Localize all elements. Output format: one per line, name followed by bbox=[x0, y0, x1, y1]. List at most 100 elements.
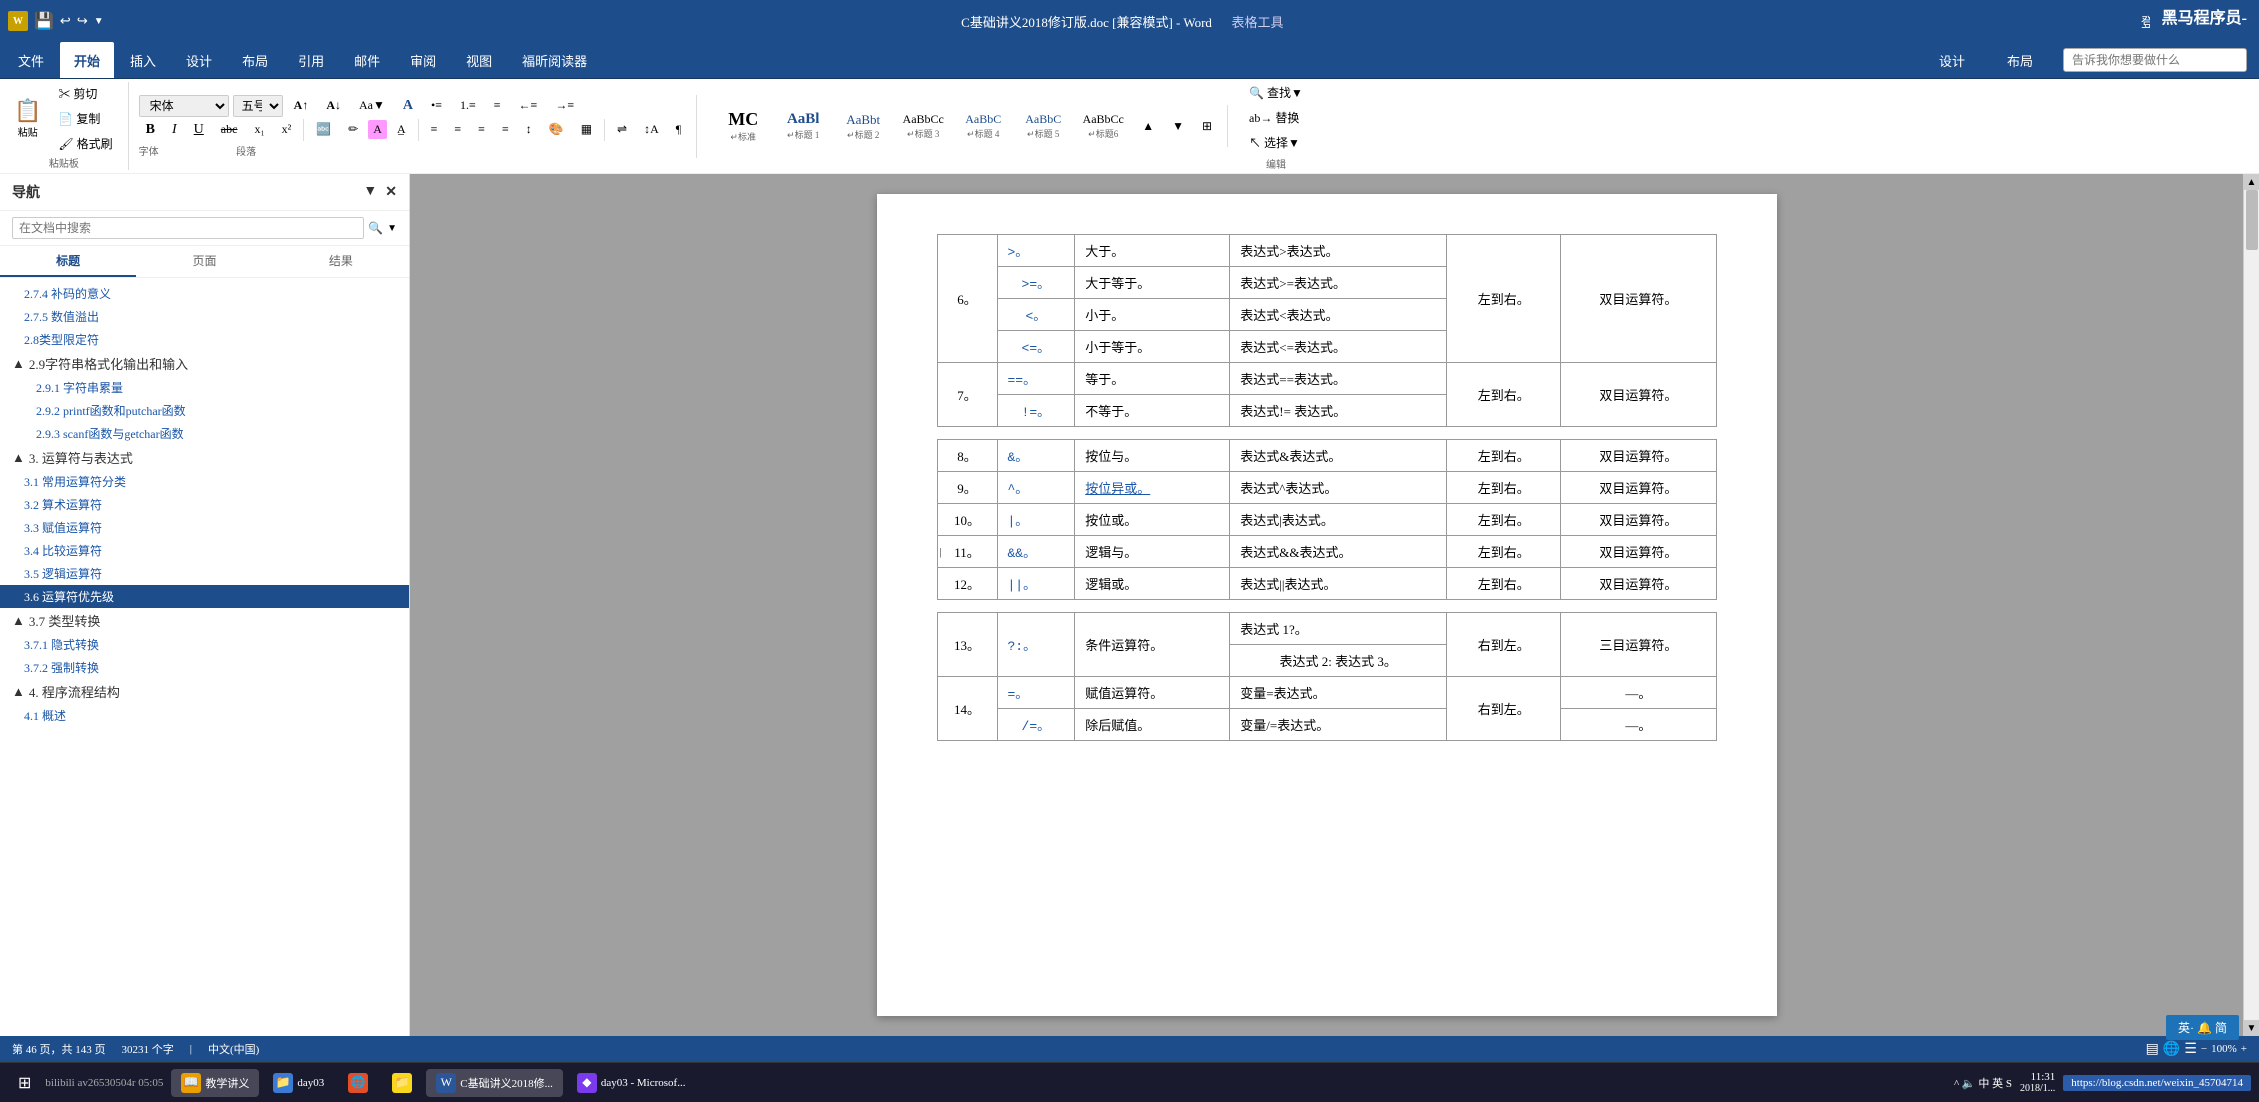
tab-mail[interactable]: 邮件 bbox=[340, 42, 394, 78]
nav-close-btn[interactable]: ✕ bbox=[385, 184, 397, 201]
taskbar-day03[interactable]: 📁 day03 bbox=[263, 1069, 334, 1097]
copy-btn[interactable]: 📄 复制 bbox=[51, 107, 119, 130]
cut-btn[interactable]: ✂ 剪切 bbox=[51, 82, 119, 105]
nav-item-372[interactable]: 3.7.2 强制转换 bbox=[0, 656, 409, 679]
nav-dropdown-btn[interactable]: ▼ bbox=[363, 184, 377, 200]
tab-review[interactable]: 审阅 bbox=[396, 42, 450, 78]
font-bg-btn[interactable]: A bbox=[368, 120, 387, 139]
font-grow-btn[interactable]: A↑ bbox=[287, 95, 316, 116]
search-input-ribbon[interactable] bbox=[2063, 48, 2247, 72]
nav-item-4[interactable]: ▲ 4. 程序流程结构 bbox=[0, 679, 409, 704]
lang-switcher[interactable]: 英· 🔔 简 bbox=[2166, 1015, 2239, 1040]
nav-item-31[interactable]: 3.1 常用运算符分类 bbox=[0, 470, 409, 493]
text-effects-btn[interactable]: A bbox=[396, 95, 420, 117]
nav-item-371[interactable]: 3.7.1 隐式转换 bbox=[0, 633, 409, 656]
bullets-btn[interactable]: •≡ bbox=[424, 95, 449, 116]
select-btn[interactable]: ↖ 选择▼ bbox=[1242, 131, 1310, 154]
paste-btn[interactable]: 📋 粘贴 bbox=[8, 96, 47, 141]
numbering-btn[interactable]: 1.≡ bbox=[453, 95, 483, 116]
format-painter-btn[interactable]: 🖌 格式刷 bbox=[51, 132, 119, 155]
nav-item-274[interactable]: 2.7.4 补码的意义 bbox=[0, 282, 409, 305]
view-mode-outline[interactable]: ☰ bbox=[2184, 1041, 2197, 1058]
italic-btn[interactable]: I bbox=[165, 119, 184, 141]
tab-design[interactable]: 设计 bbox=[172, 42, 226, 78]
nav-tab-pages[interactable]: 页面 bbox=[136, 246, 272, 277]
nav-item-41[interactable]: 4.1 概述 bbox=[0, 704, 409, 727]
underline-btn[interactable]: U bbox=[187, 119, 211, 141]
nav-item-34[interactable]: 3.4 比较运算符 bbox=[0, 539, 409, 562]
tab-file[interactable]: 文件 bbox=[4, 42, 58, 78]
style-heading3[interactable]: AaBbCc ↵标题 3 bbox=[895, 110, 951, 142]
view-mode-print[interactable]: ▤ bbox=[2146, 1041, 2159, 1058]
replace-btn[interactable]: ab→ 替换 bbox=[1242, 106, 1310, 129]
line-space-btn[interactable]: ↕ bbox=[519, 119, 539, 140]
indent-dec-btn[interactable]: ←≡ bbox=[512, 95, 545, 116]
font-shrink-btn[interactable]: A↓ bbox=[319, 95, 348, 116]
highlight-btn[interactable]: ✏ bbox=[341, 119, 365, 140]
view-mode-web[interactable]: 🌐 bbox=[2163, 1041, 2180, 1058]
text-border-btn[interactable]: A̲ bbox=[390, 119, 413, 140]
start-btn[interactable]: ⊞ bbox=[8, 1069, 41, 1097]
nav-item-275[interactable]: 2.7.5 数值溢出 bbox=[0, 305, 409, 328]
subscript-btn[interactable]: x₁ bbox=[247, 119, 271, 140]
scroll-down-btn[interactable]: ▼ bbox=[2244, 1020, 2259, 1036]
sort-btn[interactable]: ↕A bbox=[637, 119, 666, 140]
tab-table-design[interactable]: 设计 bbox=[1919, 51, 1985, 70]
style-heading5[interactable]: AaBbC ↵标题 5 bbox=[1015, 110, 1071, 142]
font-color-btn[interactable]: 🔤 bbox=[309, 119, 338, 140]
customize-btn[interactable]: ▼ bbox=[94, 16, 104, 27]
search-dropdown-icon[interactable]: ▼ bbox=[387, 223, 397, 234]
style-heading1[interactable]: AaBl ↵标题 1 bbox=[775, 109, 831, 143]
vertical-scrollbar[interactable]: ▲ ▼ bbox=[2243, 174, 2259, 1036]
nav-search-input[interactable] bbox=[12, 217, 364, 239]
style-heading6[interactable]: AaBbCc ↵标题6 bbox=[1075, 110, 1131, 142]
zoom-in-btn[interactable]: + bbox=[2241, 1043, 2247, 1055]
csdn-btn[interactable]: https://blog.csdn.net/weixin_45704714 bbox=[2063, 1075, 2251, 1091]
align-left-btn[interactable]: ≡ bbox=[424, 119, 445, 140]
text-dir-btn[interactable]: ⇌ bbox=[610, 119, 634, 140]
nav-item-35[interactable]: 3.5 逻辑运算符 bbox=[0, 562, 409, 585]
styles-scroll-up[interactable]: ▲ bbox=[1135, 116, 1161, 137]
tab-home[interactable]: 开始 bbox=[60, 42, 114, 78]
lang-indicator[interactable]: 中文(中国) bbox=[208, 1041, 259, 1057]
taskbar-explorer[interactable]: 📁 bbox=[382, 1069, 422, 1097]
nav-item-3[interactable]: ▲ 3. 运算符与表达式 bbox=[0, 445, 409, 470]
nav-item-36[interactable]: 3.6 运算符优先级 bbox=[0, 585, 409, 608]
style-heading2[interactable]: AaBbt ↵标题 2 bbox=[835, 110, 891, 143]
tab-view[interactable]: 视图 bbox=[452, 42, 506, 78]
bold-btn[interactable]: B bbox=[139, 119, 162, 141]
tab-table-layout[interactable]: 布局 bbox=[1987, 51, 2053, 70]
style-heading4[interactable]: AaBbC ↵标题 4 bbox=[955, 110, 1011, 142]
strikethrough-btn[interactable]: abc bbox=[214, 119, 245, 140]
styles-scroll-down[interactable]: ▼ bbox=[1165, 116, 1191, 137]
list-btn[interactable]: ≡ bbox=[487, 95, 508, 116]
show-marks-btn[interactable]: ¶ bbox=[669, 119, 688, 140]
taskbar-browser[interactable]: 🌐 bbox=[338, 1069, 378, 1097]
tab-references[interactable]: 引用 bbox=[284, 42, 338, 78]
doc-area[interactable]: 6。 >。 大于。 表达式>表达式。 左到右。 双目运算符。 >=。 大于等于。… bbox=[410, 174, 2243, 1036]
nav-item-37[interactable]: ▲ 3.7 类型转换 bbox=[0, 608, 409, 633]
undo-btn[interactable]: ↩ bbox=[60, 13, 71, 29]
taskbar-teaching[interactable]: 📖 教学讲义 bbox=[171, 1069, 259, 1097]
quick-save[interactable]: 💾 bbox=[34, 11, 54, 31]
find-btn[interactable]: 🔍 查找▼ bbox=[1242, 81, 1310, 104]
nav-item-293[interactable]: 2.9.3 scanf函数与getchar函数 bbox=[0, 422, 409, 445]
align-center-btn[interactable]: ≡ bbox=[447, 119, 468, 140]
scroll-thumb[interactable] bbox=[2246, 190, 2258, 250]
tab-foxit[interactable]: 福昕阅读器 bbox=[508, 42, 601, 78]
nav-item-32[interactable]: 3.2 算术运算符 bbox=[0, 493, 409, 516]
indent-inc-btn[interactable]: →≡ bbox=[548, 95, 581, 116]
font-case-btn[interactable]: Aa▼ bbox=[352, 95, 392, 116]
align-justify-btn[interactable]: ≡ bbox=[495, 119, 516, 140]
nav-item-33[interactable]: 3.3 赋值运算符 bbox=[0, 516, 409, 539]
search-icon[interactable]: 🔍 bbox=[368, 221, 383, 236]
font-size-select[interactable]: 五号 bbox=[233, 95, 283, 117]
taskbar-word[interactable]: W C基础讲义2018修... bbox=[426, 1069, 563, 1097]
zoom-out-btn[interactable]: − bbox=[2201, 1043, 2207, 1055]
font-name-select[interactable]: 宋体 bbox=[139, 95, 229, 117]
superscript-btn[interactable]: x² bbox=[275, 119, 299, 140]
nav-item-29[interactable]: ▲ 2.9字符串格式化输出和输入 bbox=[0, 351, 409, 376]
nav-item-28[interactable]: 2.8类型限定符 bbox=[0, 328, 409, 351]
align-right-btn[interactable]: ≡ bbox=[471, 119, 492, 140]
styles-expand[interactable]: ⊞ bbox=[1195, 116, 1219, 137]
